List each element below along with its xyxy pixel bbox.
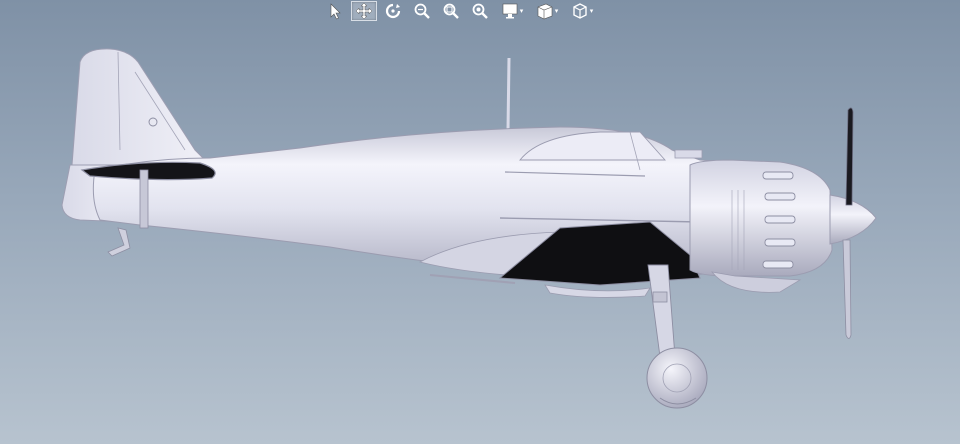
propeller-spinner xyxy=(829,194,877,245)
tail-wheel xyxy=(107,227,131,257)
aircraft-3d-model[interactable] xyxy=(0,0,960,444)
wing-lower-fairing xyxy=(544,284,651,298)
propeller-blade-upper xyxy=(845,107,854,206)
vertical-tail xyxy=(71,48,212,166)
engine-cowling xyxy=(689,159,833,277)
3d-viewport[interactable]: ▾ ▾ ▾ xyxy=(0,0,960,444)
main-wheel xyxy=(646,347,708,409)
propeller-blade-lower xyxy=(842,239,852,339)
antenna-mast xyxy=(506,57,511,131)
